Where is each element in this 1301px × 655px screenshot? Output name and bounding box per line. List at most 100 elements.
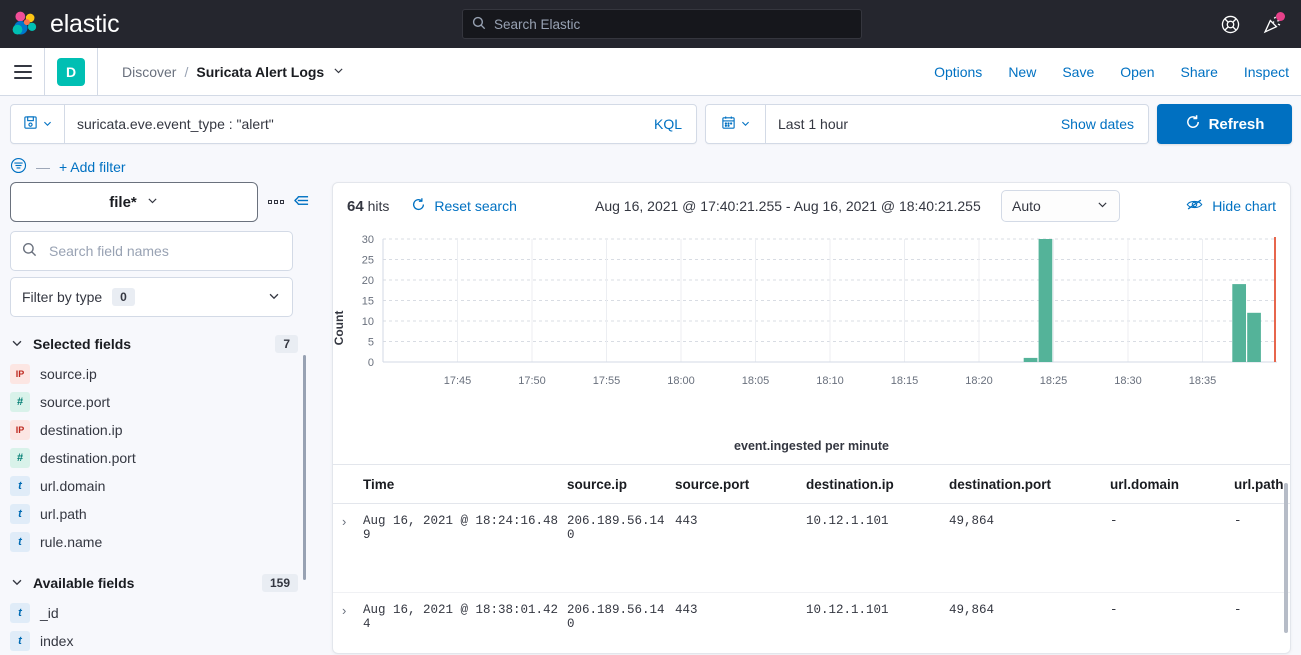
field-item-rule-name[interactable]: t rule.name xyxy=(10,528,310,556)
available-fields-list: t _id t index xyxy=(10,599,310,655)
documents-table: Time source.ip source.port destination.i… xyxy=(333,465,1290,653)
field-item-source-port[interactable]: # source.port xyxy=(10,388,310,416)
field-type-string-icon: t xyxy=(10,603,30,623)
svg-text:18:15: 18:15 xyxy=(891,375,919,387)
chevron-right-icon[interactable]: › xyxy=(342,514,346,529)
column-header-destination-ip[interactable]: destination.ip xyxy=(806,465,949,504)
breadcrumb-separator: / xyxy=(184,63,189,80)
global-header: elastic Search Elastic xyxy=(0,0,1301,48)
svg-text:18:20: 18:20 xyxy=(965,375,993,387)
query-bar: suricata.eve.event_type : "alert" KQL La… xyxy=(0,96,1301,152)
breadcrumb-discover[interactable]: Discover xyxy=(122,64,176,80)
calendar-icon xyxy=(721,115,736,133)
field-item-id[interactable]: t _id xyxy=(10,599,310,627)
expand-row-cell[interactable]: › xyxy=(333,503,363,593)
chevron-right-icon[interactable]: › xyxy=(342,603,346,618)
date-chevron-down-icon xyxy=(740,116,751,132)
table-vertical-scrollbar[interactable] xyxy=(1284,483,1288,633)
svg-text:18:05: 18:05 xyxy=(742,375,770,387)
field-item-destination-ip[interactable]: IP destination.ip xyxy=(10,416,310,444)
search-icon xyxy=(22,242,37,260)
hide-chart-button[interactable]: Hide chart xyxy=(1186,197,1276,215)
cell-destination-port: 49,864 xyxy=(949,503,1110,593)
navbar-actions: Options New Save Open Share Inspect xyxy=(934,64,1289,80)
field-item-source-ip[interactable]: IP source.ip xyxy=(10,360,310,388)
help-lifebuoy-icon[interactable] xyxy=(1217,11,1243,37)
histogram-chart[interactable]: Count 0 5 10 15 20 25 30 17:45 17:50 17:55 18:00 18… xyxy=(333,229,1290,429)
field-item-url-path[interactable]: t url.path xyxy=(10,500,310,528)
filter-options-icon[interactable] xyxy=(10,157,27,177)
breadcrumb-chevron-down-icon[interactable] xyxy=(332,64,345,80)
field-type-string-icon: t xyxy=(10,532,30,552)
date-range-value[interactable]: Last 1 hour xyxy=(766,116,1047,132)
add-filter-button[interactable]: + Add filter xyxy=(59,159,126,175)
expand-row-cell[interactable]: › xyxy=(333,592,363,653)
show-dates-button[interactable]: Show dates xyxy=(1047,116,1148,132)
column-header-time[interactable]: Time xyxy=(363,465,567,504)
hits-label: hits xyxy=(367,197,390,214)
table-row[interactable]: › Aug 16, 2021 @ 18:38:01.424 206.189.56… xyxy=(333,592,1290,653)
search-field-names-input[interactable] xyxy=(47,242,281,260)
date-picker-group: Last 1 hour Show dates xyxy=(705,104,1149,144)
sidebar-icon-actions xyxy=(268,193,310,211)
breadcrumb: Discover / Suricata Alert Logs xyxy=(122,64,345,80)
field-item-destination-port[interactable]: # destination.port xyxy=(10,444,310,472)
column-header-destination-port[interactable]: destination.port xyxy=(949,465,1110,504)
breadcrumb-saved-search[interactable]: Suricata Alert Logs xyxy=(196,64,324,80)
refresh-icon xyxy=(411,197,426,215)
query-language-button[interactable]: KQL xyxy=(640,116,696,132)
cell-source-ip: 206.189.56.140 xyxy=(567,592,675,653)
eye-closed-icon xyxy=(1186,197,1203,215)
chart-time-range: Aug 16, 2021 @ 17:40:21.255 - Aug 16, 20… xyxy=(595,198,981,214)
selected-fields-count: 7 xyxy=(275,335,298,353)
search-icon xyxy=(472,16,486,33)
date-quick-select-button[interactable] xyxy=(706,105,766,143)
hamburger-menu-icon[interactable] xyxy=(14,64,32,79)
documents-table-wrapper: Time source.ip source.port destination.i… xyxy=(333,465,1290,653)
available-fields-chevron-down-icon xyxy=(10,575,24,592)
selected-fields-section-header[interactable]: Selected fields 7 xyxy=(10,335,310,353)
column-header-source-port[interactable]: source.port xyxy=(675,465,806,504)
field-name: _id xyxy=(40,605,59,621)
reset-search-button[interactable]: Reset search xyxy=(411,197,517,215)
global-search-input[interactable]: Search Elastic xyxy=(462,9,862,39)
field-name: source.ip xyxy=(40,366,97,382)
sidebar-scrollbar[interactable] xyxy=(303,355,306,580)
elastic-logo[interactable]: elastic xyxy=(0,9,120,39)
options-button[interactable]: Options xyxy=(934,64,982,80)
refresh-button[interactable]: Refresh xyxy=(1157,104,1292,144)
collapse-sidebar-icon[interactable] xyxy=(293,193,310,211)
selected-fields-list: IP source.ip # source.port IP destinatio… xyxy=(10,360,310,556)
chart-interval-select[interactable]: Auto xyxy=(1001,190,1120,222)
svg-text:18:30: 18:30 xyxy=(1114,375,1142,387)
table-header-row: Time source.ip source.port destination.i… xyxy=(333,465,1290,504)
three-dots-icon[interactable] xyxy=(268,200,284,204)
search-input[interactable]: suricata.eve.event_type : "alert" xyxy=(65,116,640,132)
column-header-source-ip[interactable]: source.ip xyxy=(567,465,675,504)
column-header-url-path[interactable]: url.path xyxy=(1234,465,1290,504)
column-header-url-domain[interactable]: url.domain xyxy=(1110,465,1234,504)
save-button[interactable]: Save xyxy=(1062,64,1094,80)
svg-text:0: 0 xyxy=(368,357,374,369)
new-button[interactable]: New xyxy=(1008,64,1036,80)
saved-query-button[interactable] xyxy=(11,105,65,143)
elastic-logo-text: elastic xyxy=(50,9,120,38)
share-button[interactable]: Share xyxy=(1181,64,1218,80)
table-row[interactable]: › Aug 16, 2021 @ 18:24:16.489 206.189.56… xyxy=(333,503,1290,593)
available-fields-label: Available fields xyxy=(33,575,135,591)
index-pattern-select[interactable]: file* xyxy=(10,182,258,222)
cell-source-port: 443 xyxy=(675,592,806,653)
field-search-wrapper xyxy=(10,231,293,271)
elastic-logo-icon xyxy=(10,9,40,39)
inspect-button[interactable]: Inspect xyxy=(1244,64,1289,80)
space-avatar[interactable]: D xyxy=(57,57,85,86)
chart-x-axis-label: event.ingested per minute xyxy=(734,439,889,453)
filter-by-type-button[interactable]: Filter by type 0 xyxy=(10,277,293,317)
histogram-svg: 0 5 10 15 20 25 30 17:45 17:50 17:55 18:00 18:05 18:… xyxy=(362,234,1277,387)
available-fields-section-header[interactable]: Available fields 159 xyxy=(10,574,310,592)
field-item-url-domain[interactable]: t url.domain xyxy=(10,472,310,500)
interval-chevron-down-icon xyxy=(1096,198,1109,214)
open-button[interactable]: Open xyxy=(1120,64,1154,80)
celebration-cheer-icon[interactable] xyxy=(1259,11,1285,37)
field-item-index[interactable]: t index xyxy=(10,627,310,655)
